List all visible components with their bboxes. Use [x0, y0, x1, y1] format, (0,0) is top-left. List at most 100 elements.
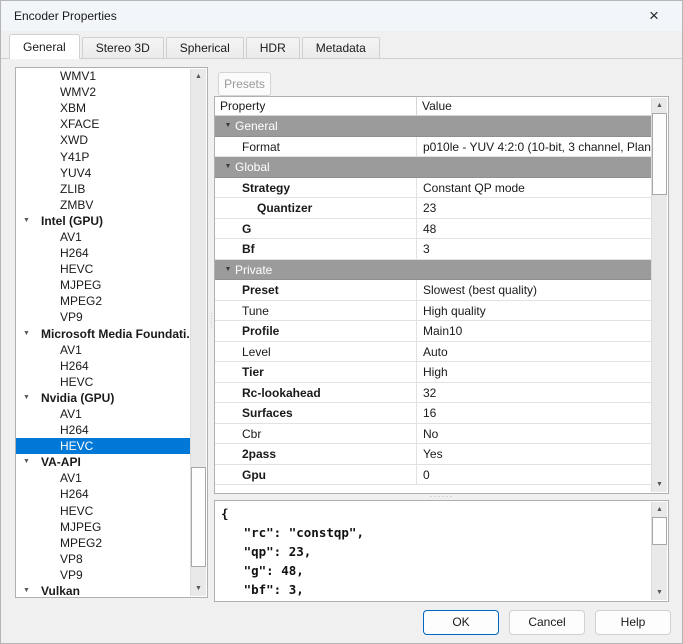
property-value[interactable]: Yes: [417, 444, 651, 464]
encoder-item-h264[interactable]: H264: [16, 358, 190, 374]
property-row-format[interactable]: Formatp010le - YUV 4:2:0 (10-bit, 3 chan…: [215, 137, 651, 158]
property-value[interactable]: 0: [417, 465, 651, 485]
encoder-item-mjpeg[interactable]: MJPEG: [16, 519, 190, 535]
scroll-down-icon[interactable]: ▼: [191, 581, 206, 596]
scrollbar-thumb[interactable]: [652, 517, 667, 545]
property-value[interactable]: 32: [417, 383, 651, 403]
collapse-arrow-icon[interactable]: ▼: [16, 390, 37, 406]
property-value[interactable]: 48: [417, 219, 651, 239]
property-row-gpu[interactable]: Gpu0: [215, 465, 651, 486]
property-row-2pass[interactable]: 2passYes: [215, 444, 651, 465]
scroll-up-icon[interactable]: ▲: [652, 502, 667, 517]
encoder-item-yuv4[interactable]: YUV4: [16, 165, 190, 181]
property-row-quantizer[interactable]: Quantizer23: [215, 198, 651, 219]
property-row-level[interactable]: LevelAuto: [215, 342, 651, 363]
presets-button[interactable]: Presets: [218, 72, 271, 96]
property-row-rc-lookahead[interactable]: Rc-lookahead32: [215, 383, 651, 404]
collapse-arrow-icon[interactable]: ▼: [16, 213, 37, 229]
encoder-item-va-api[interactable]: ▼VA-API: [16, 454, 190, 470]
property-value[interactable]: High: [417, 362, 651, 382]
property-table-scrollbar[interactable]: ▲ ▼: [651, 98, 667, 492]
group-row-global[interactable]: ▼Global: [215, 157, 651, 178]
property-row-tune[interactable]: TuneHigh quality: [215, 301, 651, 322]
encoder-item-zmbv[interactable]: ZMBV: [16, 197, 190, 213]
encoder-item-h264[interactable]: H264: [16, 245, 190, 261]
encoder-item-av1[interactable]: AV1: [16, 342, 190, 358]
encoder-item-av1[interactable]: AV1: [16, 406, 190, 422]
property-row-surfaces[interactable]: Surfaces16: [215, 403, 651, 424]
encoder-item-vulkan[interactable]: ▼Vulkan: [16, 583, 190, 598]
property-row-tier[interactable]: TierHigh: [215, 362, 651, 383]
scroll-down-icon[interactable]: ▼: [652, 477, 667, 492]
property-row-bf[interactable]: Bf3: [215, 239, 651, 260]
encoder-item-hevc[interactable]: HEVC: [16, 503, 190, 519]
property-value[interactable]: Main10: [417, 321, 651, 341]
encoder-list-scrollbar[interactable]: ▲ ▼: [190, 69, 206, 596]
horizontal-splitter[interactable]: ······: [214, 493, 669, 500]
property-value[interactable]: No: [417, 424, 651, 444]
property-table[interactable]: Property Value ▼GeneralFormatp010le - YU…: [214, 96, 669, 494]
encoder-item-xwd[interactable]: XWD: [16, 132, 190, 148]
encoder-item-h264[interactable]: H264: [16, 422, 190, 438]
encoder-item-wmv2[interactable]: WMV2: [16, 84, 190, 100]
property-value[interactable]: 3: [417, 239, 651, 259]
scrollbar-thumb[interactable]: [652, 113, 667, 195]
encoder-item-y41p[interactable]: Y41P: [16, 148, 190, 164]
property-value[interactable]: Auto: [417, 342, 651, 362]
property-value[interactable]: Slowest (best quality): [417, 280, 651, 300]
options-json-text[interactable]: { "rc": "constqp", "qp": 23, "g": 48, "b…: [215, 501, 651, 601]
scroll-up-icon[interactable]: ▲: [191, 69, 206, 84]
encoder-item-mjpeg[interactable]: MJPEG: [16, 277, 190, 293]
property-row-cbr[interactable]: CbrNo: [215, 424, 651, 445]
encoder-item-vp8[interactable]: VP8: [16, 551, 190, 567]
tab-spherical[interactable]: Spherical: [166, 37, 244, 58]
group-row-general[interactable]: ▼General: [215, 116, 651, 137]
tab-hdr[interactable]: HDR: [246, 37, 300, 58]
options-json-box[interactable]: { "rc": "constqp", "qp": 23, "g": 48, "b…: [214, 500, 669, 602]
property-row-preset[interactable]: PresetSlowest (best quality): [215, 280, 651, 301]
group-row-private[interactable]: ▼Private: [215, 260, 651, 281]
scrollbar-thumb[interactable]: [191, 467, 206, 567]
scroll-down-icon[interactable]: ▼: [652, 585, 667, 600]
property-row-profile[interactable]: ProfileMain10: [215, 321, 651, 342]
encoder-item-nvidia-gpu[interactable]: ▼Nvidia (GPU): [16, 390, 190, 406]
encoder-item-microsoft-media-foundati[interactable]: ▼Microsoft Media Foundati...: [16, 326, 190, 342]
tab-general[interactable]: General: [9, 34, 80, 59]
help-button[interactable]: Help: [595, 610, 671, 635]
property-value[interactable]: High quality: [417, 301, 651, 321]
encoder-item-vp9[interactable]: VP9: [16, 567, 190, 583]
cancel-button[interactable]: Cancel: [509, 610, 585, 635]
encoder-item-wmv1[interactable]: WMV1: [16, 68, 190, 84]
encoder-item-av1[interactable]: AV1: [16, 470, 190, 486]
property-row-strategy[interactable]: StrategyConstant QP mode: [215, 178, 651, 199]
encoder-item-hevc[interactable]: HEVC: [16, 261, 190, 277]
collapse-arrow-icon[interactable]: ▼: [16, 454, 37, 470]
property-value[interactable]: 16: [417, 403, 651, 423]
encoder-list[interactable]: WMV1WMV2XBMXFACEXWDY41PYUV4ZLIBZMBV▼Inte…: [15, 67, 208, 598]
encoder-item-hevc[interactable]: HEVC: [16, 374, 190, 390]
encoder-item-xbm[interactable]: XBM: [16, 100, 190, 116]
collapse-arrow-icon[interactable]: ▼: [215, 116, 235, 136]
collapse-arrow-icon[interactable]: ▼: [16, 583, 37, 598]
property-value[interactable]: p010le - YUV 4:2:0 (10-bit, 3 channel, P…: [417, 137, 651, 157]
encoder-item-zlib[interactable]: ZLIB: [16, 181, 190, 197]
collapse-arrow-icon[interactable]: ▼: [215, 157, 235, 177]
scroll-up-icon[interactable]: ▲: [652, 98, 667, 113]
tab-stereo-3d[interactable]: Stereo 3D: [82, 37, 164, 58]
property-row-g[interactable]: G48: [215, 219, 651, 240]
encoder-item-hevc[interactable]: HEVC: [16, 438, 190, 454]
encoder-item-av1[interactable]: AV1: [16, 229, 190, 245]
options-json-scrollbar[interactable]: ▲ ▼: [651, 502, 667, 600]
collapse-arrow-icon[interactable]: ▼: [215, 260, 235, 280]
close-icon[interactable]: ×: [634, 1, 674, 31]
encoder-item-h264[interactable]: H264: [16, 486, 190, 502]
property-value[interactable]: 23: [417, 198, 651, 218]
encoder-item-xface[interactable]: XFACE: [16, 116, 190, 132]
tab-metadata[interactable]: Metadata: [302, 37, 380, 58]
encoder-item-mpeg2[interactable]: MPEG2: [16, 535, 190, 551]
property-value[interactable]: Constant QP mode: [417, 178, 651, 198]
encoder-item-vp9[interactable]: VP9: [16, 309, 190, 325]
encoder-item-mpeg2[interactable]: MPEG2: [16, 293, 190, 309]
ok-button[interactable]: OK: [423, 610, 499, 635]
collapse-arrow-icon[interactable]: ▼: [16, 326, 37, 342]
